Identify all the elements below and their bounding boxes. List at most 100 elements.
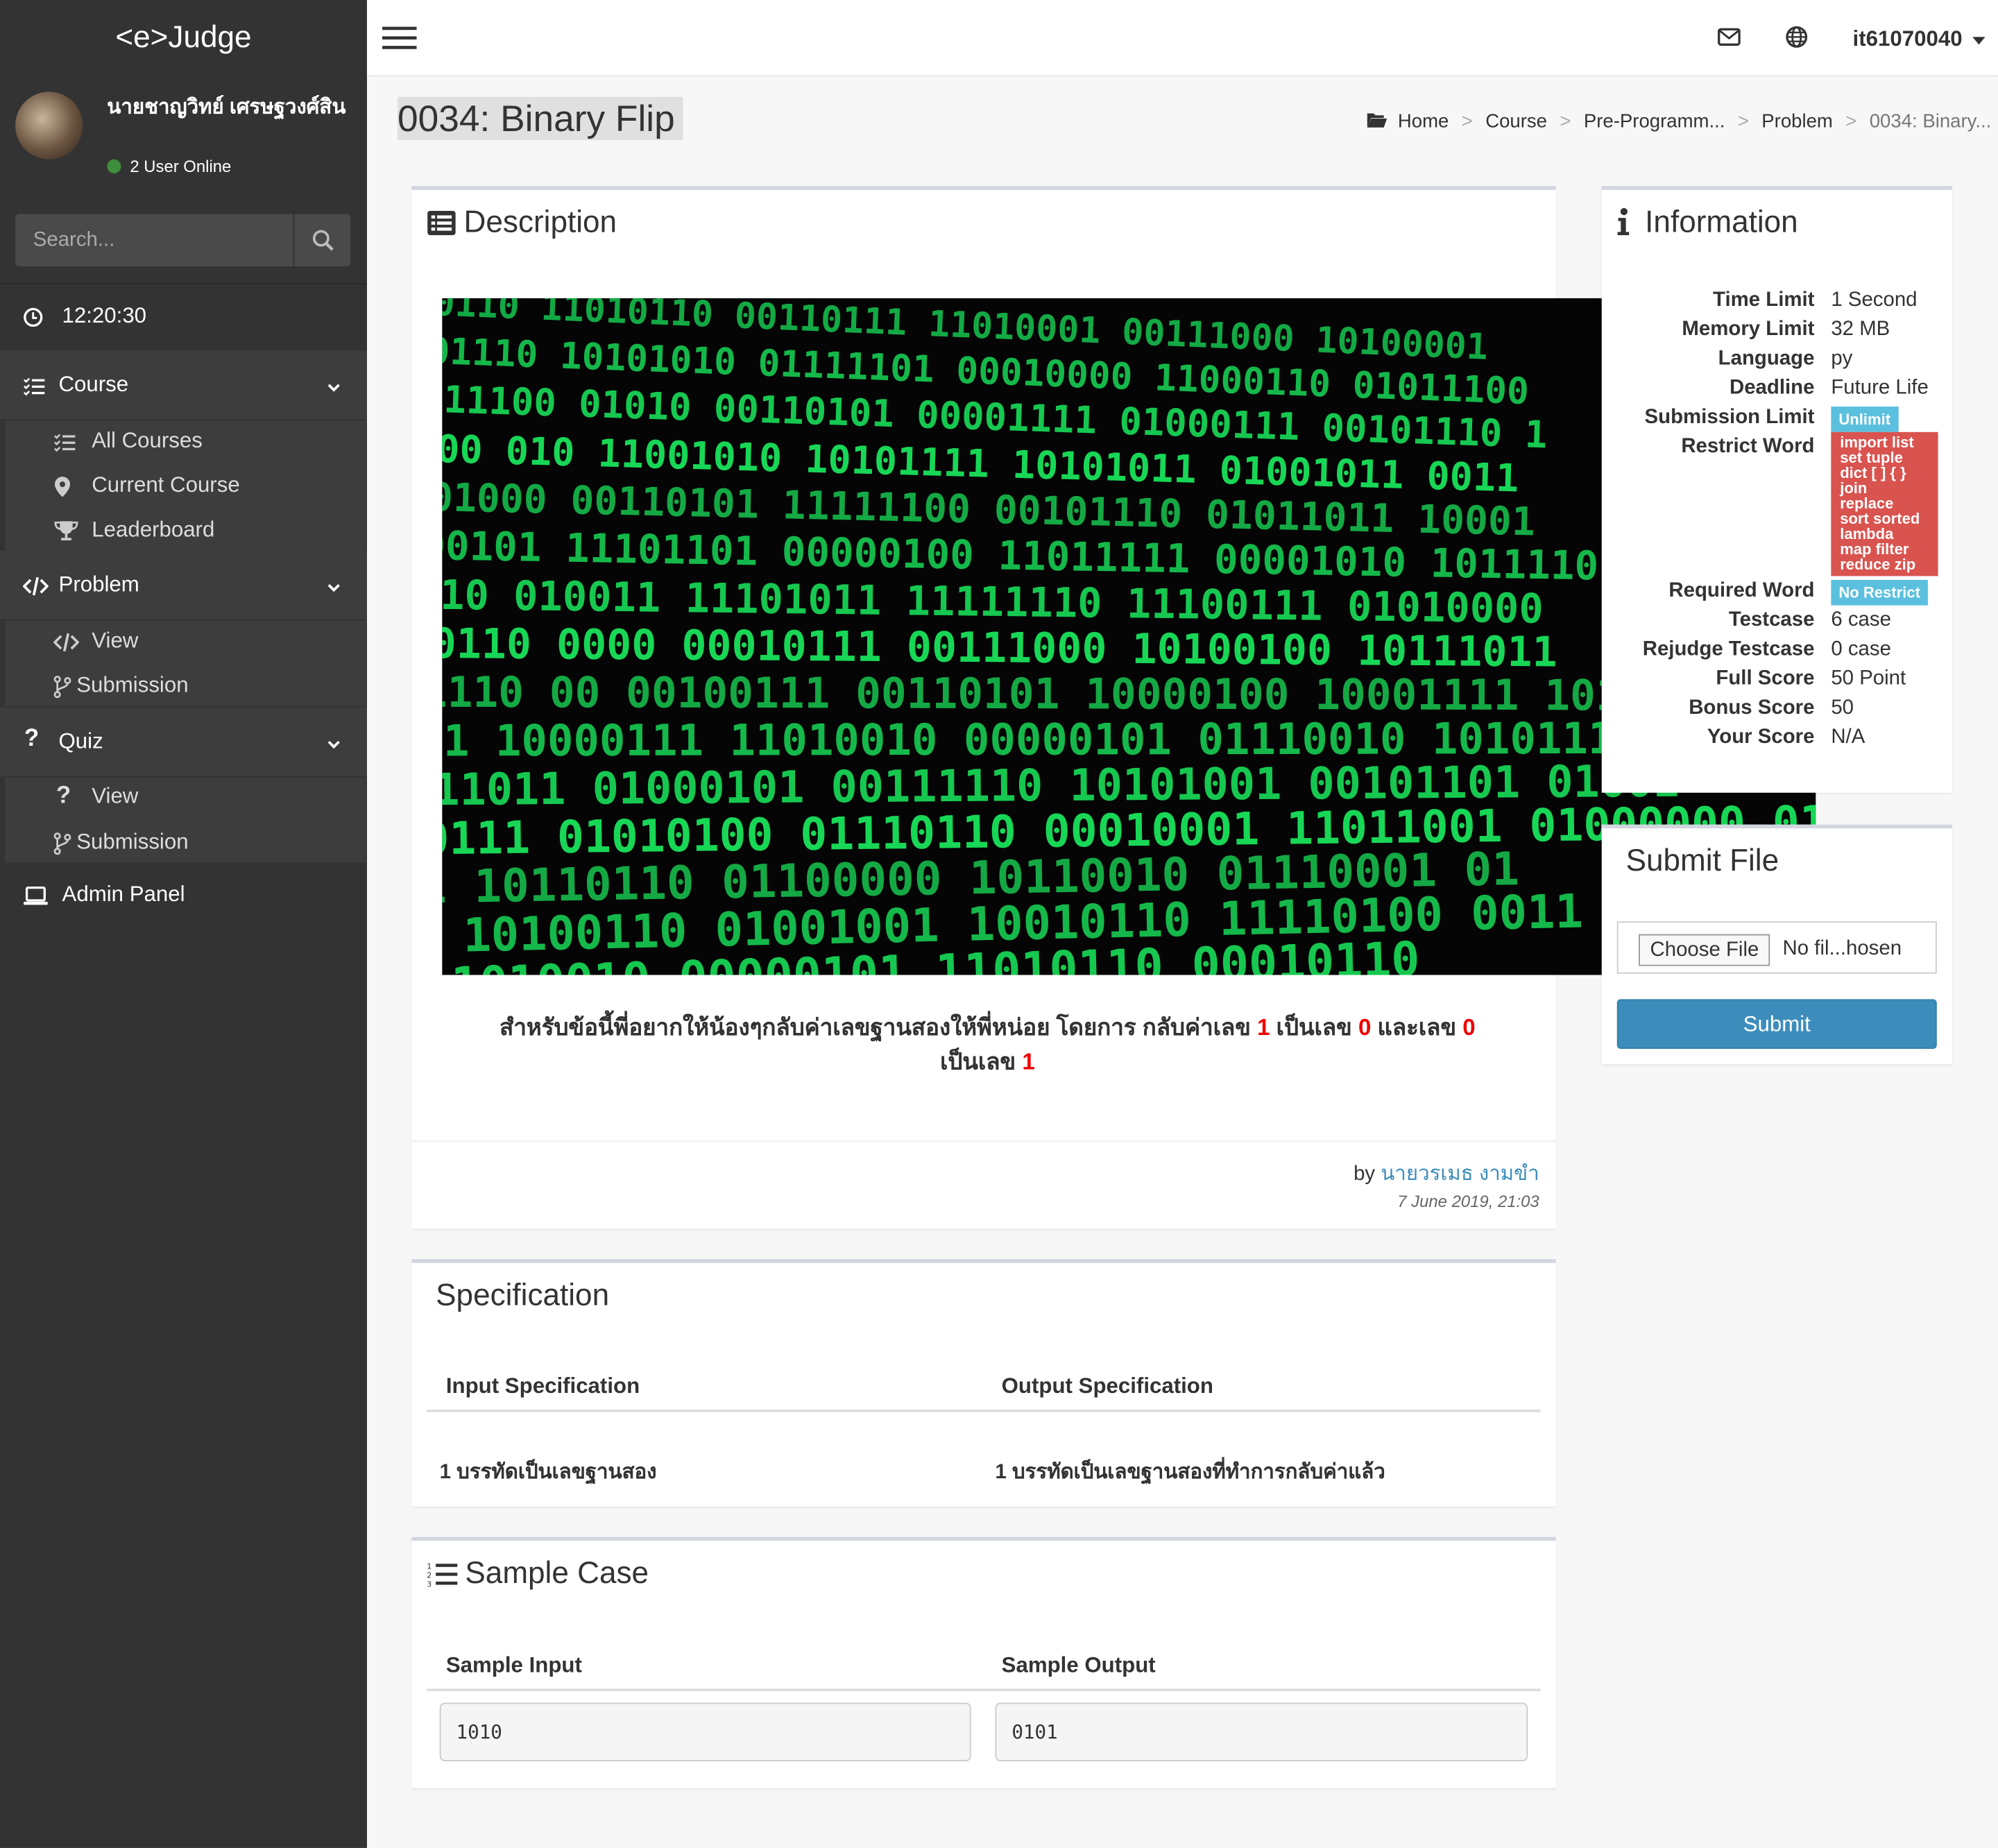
choose-file-button[interactable]: Choose File	[1638, 934, 1770, 966]
chevron-down-icon	[326, 730, 341, 756]
sample-input-header: Sample Input	[445, 1652, 582, 1677]
sample-output-box[interactable]: 0101	[995, 1702, 1528, 1762]
sidebar-item-admin-panel[interactable]: Admin Panel	[23, 882, 185, 907]
info-label: Full Score	[1716, 667, 1815, 690]
sample-output-header: Sample Output	[1001, 1652, 1156, 1677]
info-label: Testcase	[1728, 609, 1815, 631]
output-spec-text: 1 บรรทัดเป็นเลขฐานสองที่ทำการกลับค่าแล้ว	[995, 1462, 1385, 1484]
app-logo[interactable]: <e>Judge	[0, 0, 367, 76]
hamburger-icon	[382, 26, 417, 49]
breadcrumb-course[interactable]: Course	[1485, 111, 1547, 132]
user-menu[interactable]: it61070040	[1853, 27, 1986, 53]
input-spec-text: 1 บรรทัดเป็นเลขฐานสอง	[439, 1462, 657, 1484]
language-button[interactable]	[1785, 26, 1808, 55]
author-link[interactable]: นายวรเมธ งามขำ	[1381, 1163, 1539, 1185]
info-rejudge-testcase: 0 case	[1831, 638, 1891, 660]
info-label: Deadline	[1729, 377, 1815, 400]
breadcrumb-home[interactable]: Home	[1398, 111, 1449, 132]
info-bonus-score: 50	[1831, 696, 1854, 719]
submit-button[interactable]: Submit	[1616, 999, 1937, 1050]
problem-statement: สำหรับข้อนี้พี่อยากให้น้องๆกลับค่าเลขฐาน…	[500, 1014, 1476, 1075]
restrict-word-badge: import list set tuple dict [ ] { } join …	[1831, 431, 1938, 576]
description-heading: Description	[427, 205, 617, 241]
info-testcase: 6 case	[1831, 609, 1891, 631]
online-count: 2 User Online	[130, 156, 232, 176]
question-icon: ?	[24, 725, 40, 752]
restrict-word: set tuple	[1840, 448, 1903, 467]
info-label: Time Limit	[1713, 289, 1815, 311]
nav-group-label: Course	[58, 372, 129, 397]
admin-panel-label: Admin Panel	[62, 882, 185, 907]
nav-group-quiz[interactable]: ? Quiz	[0, 707, 367, 776]
input-spec-header: Input Specification	[445, 1374, 640, 1398]
submit-file-heading: Submit File	[1625, 844, 1779, 878]
nav-group-label: Quiz	[58, 728, 103, 753]
sidebar-item-label: Current Course	[92, 472, 240, 497]
code-fork-icon	[53, 830, 71, 855]
restrict-word: dict [ ] { }	[1840, 463, 1906, 482]
nav-group-course[interactable]: Course	[0, 350, 367, 420]
svg-text:3: 3	[427, 1580, 432, 1586]
top-navbar: it61070040	[366, 0, 1998, 77]
file-input[interactable]: Choose File No fil...hosen	[1616, 921, 1937, 974]
table-header-rule	[427, 1688, 1541, 1691]
specification-heading: Specification	[436, 1278, 610, 1313]
menu-toggle-button[interactable]	[382, 26, 417, 58]
breadcrumb-separator: >	[1560, 110, 1571, 133]
required-word-badge: No Restrict	[1831, 579, 1928, 606]
info-language: py	[1831, 348, 1853, 370]
information-panel: Information Time Limit 1 Second Memory L…	[1601, 186, 1952, 793]
svg-text:2: 2	[427, 1571, 432, 1580]
user-name: นายชาญวิทย์ เศรษฐวงศ์สิน	[107, 96, 346, 119]
info-time-limit: 1 Second	[1831, 289, 1918, 311]
user-panel: นายชาญวิทย์ เศรษฐวงศ์สิน 2 User Online	[15, 92, 359, 181]
laptop-icon	[23, 886, 48, 905]
info-label: Your Score	[1707, 726, 1815, 748]
question-icon: ?	[56, 782, 71, 810]
breadcrumb-separator: >	[1737, 110, 1749, 133]
restrict-word: map filter	[1840, 540, 1909, 558]
search-button[interactable]	[293, 214, 350, 266]
online-dot-icon	[107, 159, 121, 173]
sidebar-item-label: All Courses	[92, 428, 203, 453]
breadcrumb-problem[interactable]: Problem	[1761, 111, 1833, 132]
envelope-icon	[1718, 28, 1741, 46]
info-full-score: 50 Point	[1831, 667, 1906, 690]
breadcrumb-course-name[interactable]: Pre-Programm...	[1584, 111, 1725, 132]
sample-input-box[interactable]: 1010	[439, 1702, 971, 1762]
online-status: 2 User Online	[107, 157, 231, 176]
author-line: by นายวรเมธ งามขำ	[1354, 1158, 1539, 1190]
info-your-score: N/A	[1831, 726, 1865, 748]
svg-text:1: 1	[427, 1562, 432, 1571]
info-label: Memory Limit	[1682, 318, 1815, 341]
restrict-word: join	[1840, 479, 1868, 497]
list-alt-icon	[427, 211, 456, 235]
restrict-word: sort sorted	[1840, 509, 1920, 528]
caret-down-icon	[1972, 36, 1986, 44]
specification-panel: Specification Input Specification Output…	[411, 1259, 1556, 1507]
info-label: Bonus Score	[1689, 696, 1815, 719]
tasks-icon	[53, 428, 76, 454]
trophy-icon	[53, 517, 79, 543]
folder-open-icon	[1367, 113, 1388, 128]
nav-subgroup-course: All Courses Current Course Leaderboard	[5, 419, 366, 551]
info-icon	[1617, 207, 1630, 235]
sidebar-item-label: Submission	[76, 673, 189, 697]
list-ol-icon: 123	[427, 1562, 458, 1589]
user-id: it61070040	[1852, 26, 1963, 51]
breadcrumb-current: 0034: Binary...	[1869, 110, 1992, 133]
info-label: Language	[1718, 348, 1815, 370]
file-name-text: No fil...hosen	[1782, 938, 1902, 960]
sidebar-item-label: Leaderboard	[92, 517, 215, 542]
search-input[interactable]	[15, 214, 293, 266]
output-spec-header: Output Specification	[1001, 1374, 1213, 1398]
information-heading: Information	[1617, 205, 1798, 241]
nav-group-label: Problem	[58, 572, 139, 597]
messages-button[interactable]	[1718, 27, 1741, 54]
clock-icon	[24, 307, 43, 327]
post-date: 7 June 2019, 21:03	[1397, 1191, 1539, 1211]
restrict-word: replace	[1840, 494, 1894, 513]
nav-group-problem[interactable]: Problem	[0, 550, 367, 619]
code-icon	[53, 628, 80, 654]
sidebar: <e>Judge นายชาญวิทย์ เศรษฐวงศ์สิน 2 User…	[0, 0, 367, 1848]
